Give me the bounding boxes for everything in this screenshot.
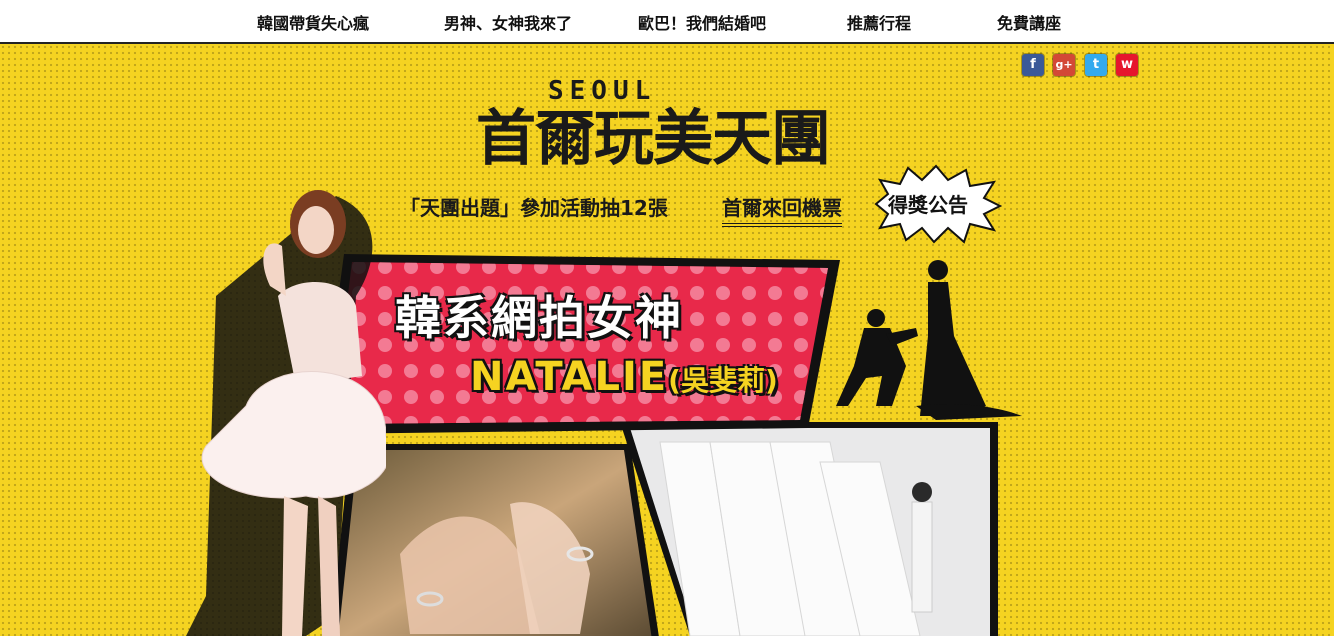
facebook-icon[interactable]: f	[1022, 54, 1044, 76]
top-nav: 韓國帶貨失心瘋 男神、女神我來了 歐巴！我們結婚吧 推薦行程 免費講座	[0, 0, 1334, 44]
nav-item-idols[interactable]: 男神、女神我來了	[444, 10, 572, 34]
proposal-silhouette	[836, 260, 1022, 420]
nav-item-shopping[interactable]: 韓國帶貨失心瘋	[257, 10, 369, 34]
banner-title: 韓系網拍女神	[395, 291, 683, 345]
hero-stage: f g+ t w SEOUL 首爾玩美天團 「天團出題」參加活動抽12張 首爾來…	[0, 44, 1334, 636]
google-plus-icon[interactable]: g+	[1053, 54, 1075, 76]
banner-name-en: NATALIE	[470, 354, 669, 400]
award-announcement-label[interactable]: 得獎公告	[888, 189, 968, 218]
nav-item-seminar[interactable]: 免費講座	[997, 10, 1061, 34]
bridal-shop-photo	[620, 422, 998, 636]
twitter-icon[interactable]: t	[1085, 54, 1107, 76]
promo-highlight-link[interactable]: 首爾來回機票	[722, 192, 842, 227]
nav-item-wedding[interactable]: 歐巴！我們結婚吧	[638, 10, 766, 34]
banner-name-cn: (吳斐莉)	[668, 364, 778, 397]
weibo-icon[interactable]: w	[1116, 54, 1138, 76]
site-logo[interactable]: 首爾玩美天團	[476, 90, 831, 177]
promo-text: 「天團出題」參加活動抽12張	[400, 196, 668, 220]
nav-item-itinerary[interactable]: 推薦行程	[847, 10, 911, 34]
model-figure	[186, 190, 386, 636]
banner-name: NATALIE(吳斐莉)	[470, 354, 778, 400]
